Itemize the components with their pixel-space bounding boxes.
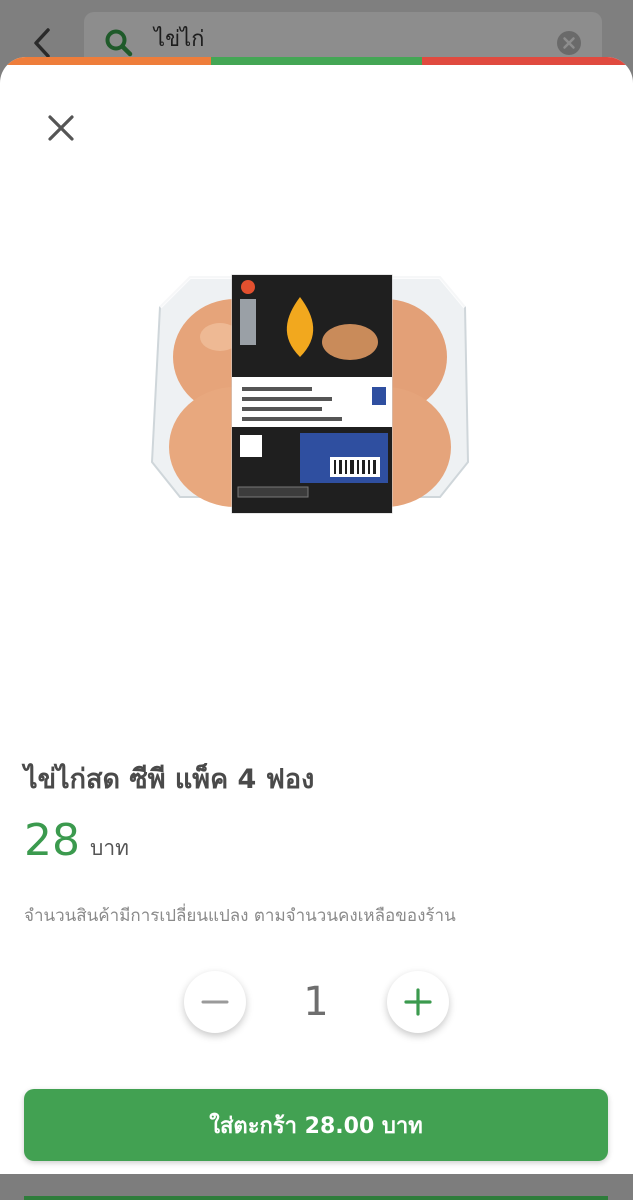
price-unit: บาท: [90, 836, 129, 860]
product-detail-sheet: ไข่ไก่สด ซีพี แพ็ค 4 ฟอง 28 บาท จำนวนสิน…: [0, 57, 633, 1174]
quantity-value: 1: [303, 979, 329, 1025]
minus-icon: [201, 1000, 229, 1004]
plus-icon: [404, 988, 432, 1016]
back-button[interactable]: [28, 26, 58, 60]
decrease-quantity-button[interactable]: [184, 971, 246, 1033]
stock-note: จำนวนสินค้ามีการเปลี่ยนแปลง ตามจำนวนคงเห…: [24, 906, 456, 926]
close-button[interactable]: [40, 107, 82, 149]
search-icon: [105, 29, 133, 57]
close-icon: [48, 115, 74, 141]
price-row: 28 บาท: [24, 815, 129, 867]
search-query: ไข่ไก่: [154, 27, 205, 52]
product-name: ไข่ไก่สด ซีพี แพ็ค 4 ฟอง: [24, 764, 315, 795]
add-to-cart-button[interactable]: ใส่ตะกร้า 28.00 บาท: [24, 1089, 608, 1161]
clear-icon[interactable]: [556, 30, 582, 56]
chevron-left-icon: [34, 28, 50, 58]
brand-stripe: [0, 57, 633, 65]
stripe-orange: [0, 57, 211, 65]
price-value: 28: [24, 815, 80, 866]
increase-quantity-button[interactable]: [387, 971, 449, 1033]
stripe-red: [422, 57, 633, 65]
background-cart-button: [24, 1196, 608, 1200]
stripe-green: [211, 57, 422, 65]
egg-pack-image: [150, 274, 470, 514]
